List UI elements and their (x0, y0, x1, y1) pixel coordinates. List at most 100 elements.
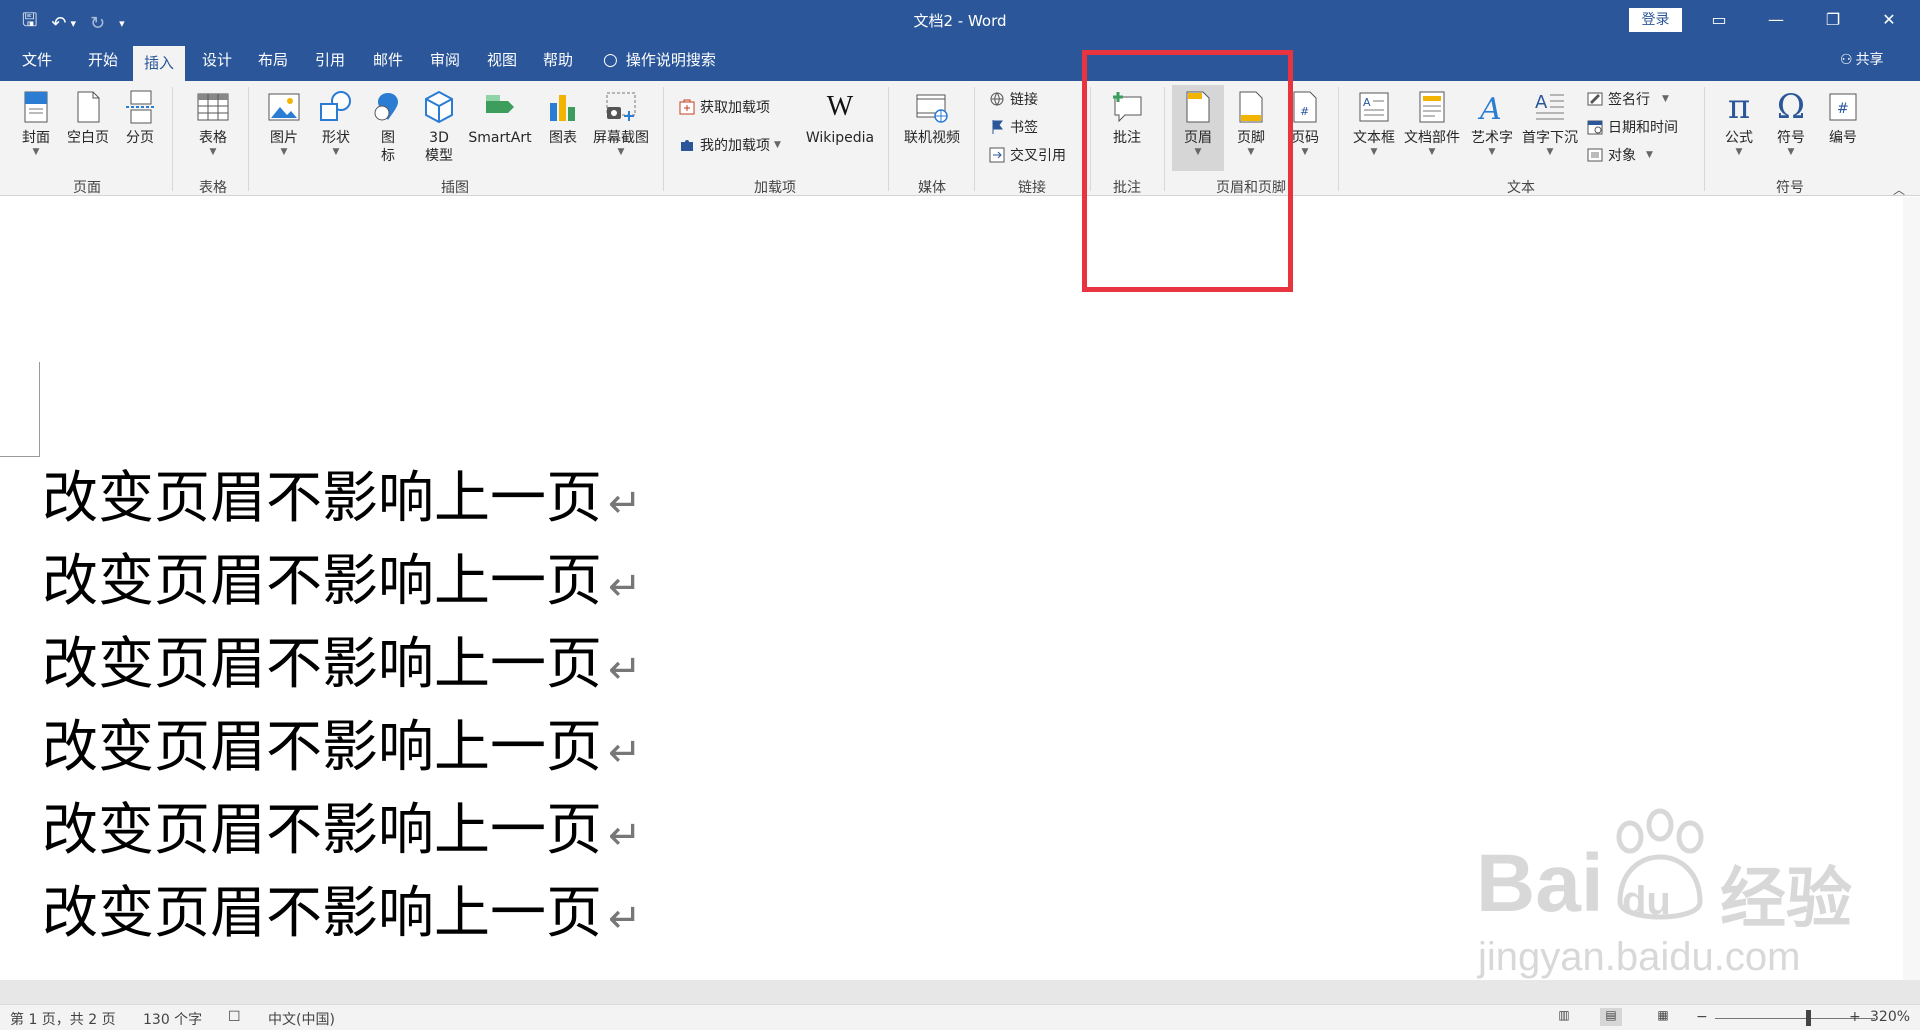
text-box-button[interactable]: A 文本框 ▼ (1350, 89, 1398, 157)
zoom-in-button[interactable]: + (1849, 1009, 1861, 1025)
number-button[interactable]: # 编号 (1820, 89, 1866, 147)
chevron-down-icon: ▼ (1787, 147, 1795, 157)
tab-design[interactable]: 设计 (191, 40, 243, 81)
read-mode-icon[interactable]: ▥ (1553, 1008, 1575, 1026)
tell-me-search[interactable]: ○ 操作说明搜索 (603, 40, 716, 81)
tab-mailings[interactable]: 邮件 (362, 40, 414, 81)
cube-icon (425, 90, 453, 124)
bookmark-button[interactable]: 书签 (988, 115, 1038, 139)
wikipedia-button[interactable]: W Wikipedia (800, 89, 880, 147)
close-icon[interactable]: ✕ (1866, 0, 1912, 40)
symbol-button[interactable]: Ω 符号 ▼ (1768, 89, 1814, 157)
watermark-cn: 经验 (1720, 860, 1852, 937)
share-button[interactable]: ⚇ 共享 (1840, 40, 1884, 81)
pictures-button[interactable]: 图片 ▼ (262, 89, 306, 157)
page-margin-corner (0, 362, 40, 457)
login-button[interactable]: 登录 (1629, 8, 1682, 32)
page-number-label: 页码 (1291, 130, 1319, 146)
cross-reference-button[interactable]: 交叉引用 (988, 143, 1066, 167)
online-video-label: 联机视频 (904, 130, 960, 146)
paragraph-mark-icon: ↵ (608, 481, 642, 527)
tab-home[interactable]: 开始 (77, 40, 129, 81)
paragraph-mark-icon: ↵ (608, 813, 642, 859)
signature-line-button[interactable]: 签名行 ▼ (1586, 87, 1669, 111)
date-time-label: 日期和时间 (1608, 120, 1678, 136)
header-button[interactable]: 页眉 ▼ (1175, 89, 1221, 157)
tab-layout[interactable]: 布局 (247, 40, 299, 81)
undo-dropdown-icon[interactable]: ▾ (70, 17, 76, 30)
page-count[interactable]: 第 1 页，共 2 页 (10, 1009, 116, 1029)
group-separator (1338, 87, 1339, 191)
calendar-icon (1587, 120, 1603, 135)
zoom-out-button[interactable]: − (1696, 1009, 1708, 1025)
tab-file[interactable]: 文件 (12, 40, 62, 81)
wordart-icon: A (1477, 92, 1502, 125)
icons-icon (374, 93, 398, 121)
group-separator (888, 87, 889, 191)
blank-page-icon (77, 91, 100, 123)
equation-button[interactable]: π 公式 ▼ (1716, 89, 1762, 157)
blank-page-button[interactable]: 空白页 (62, 89, 114, 147)
word-count[interactable]: 130 个字 (143, 1009, 202, 1029)
document-canvas[interactable]: 改变页眉不影响上一页 ↵ 改变页眉不影响上一页 ↵ 改变页眉不影响上一页 ↵ 改变页眉… (0, 197, 1920, 980)
chart-button[interactable]: 图表 (541, 89, 585, 147)
paw-icon (1616, 808, 1704, 920)
proofing-icon[interactable]: ☐ (228, 1009, 241, 1025)
new-comment-button[interactable]: 批注 (1104, 89, 1150, 147)
get-addins-button[interactable]: 获取加载项 (678, 95, 770, 119)
wordart-button[interactable]: A 艺术字 ▼ (1466, 89, 1518, 157)
page-number-button[interactable]: # 页码 ▼ (1282, 89, 1328, 157)
chevron-down-icon: ▼ (774, 140, 781, 150)
document-paragraph[interactable]: 改变页眉不影响上一页 ↵ (42, 799, 642, 868)
drop-cap-button[interactable]: A 首字下沉 ▼ (1520, 89, 1580, 157)
screenshot-button[interactable]: 屏幕截图 ▼ (589, 89, 653, 157)
drop-cap-label: 首字下沉 (1522, 130, 1578, 146)
object-button[interactable]: 对象 ▼ (1586, 143, 1653, 167)
my-addins-button[interactable]: 我的加载项 ▼ (678, 133, 781, 157)
web-layout-icon[interactable]: ▦ (1652, 1008, 1674, 1026)
print-layout-icon[interactable]: ▤ (1600, 1008, 1622, 1026)
restore-icon[interactable]: ❐ (1810, 0, 1856, 40)
redo-icon[interactable]: ↻ (90, 13, 105, 34)
page-break-button[interactable]: 分页 (118, 89, 162, 147)
group-separator (1090, 87, 1091, 191)
omega-icon: Ω (1776, 87, 1806, 127)
zoom-level[interactable]: 320% (1870, 1009, 1910, 1025)
collapse-ribbon-icon[interactable]: ︿ (1893, 181, 1905, 198)
watermark-brand: Bai (1476, 838, 1604, 929)
zoom-slider-thumb[interactable] (1806, 1010, 1811, 1026)
customize-qat-icon[interactable]: ▾ (119, 17, 125, 30)
date-time-button[interactable]: 日期和时间 (1586, 115, 1678, 139)
group-separator (1164, 87, 1165, 191)
shapes-button[interactable]: 形状 ▼ (314, 89, 358, 157)
3d-models-button[interactable]: 3D 模型 (417, 89, 461, 165)
tab-references[interactable]: 引用 (304, 40, 356, 81)
quick-parts-button[interactable]: 文档部件 ▼ (1402, 89, 1462, 157)
ribbon-insert: 封面 ▼ 空白页 分页 页面 表格 ▼ 表格 图片 ▼ 形状 ▼ 图 标 3D … (0, 81, 1920, 198)
icons-button[interactable]: 图 标 (366, 89, 410, 165)
document-paragraph[interactable]: 改变页眉不影响上一页 ↵ (42, 882, 642, 951)
smartart-button[interactable]: SmartArt (466, 89, 534, 147)
link-button[interactable]: 链接 (988, 87, 1038, 111)
document-paragraph[interactable]: 改变页眉不影响上一页 ↵ (42, 716, 642, 785)
footer-button[interactable]: 页脚 ▼ (1228, 89, 1274, 157)
minimize-icon[interactable]: — (1753, 0, 1799, 40)
tab-review[interactable]: 审阅 (419, 40, 471, 81)
document-paragraph[interactable]: 改变页眉不影响上一页 ↵ (42, 550, 642, 619)
chevron-down-icon: ▼ (1247, 147, 1255, 157)
tab-view[interactable]: 视图 (476, 40, 528, 81)
online-video-button[interactable]: 联机视频 (898, 89, 966, 147)
document-paragraph[interactable]: 改变页眉不影响上一页 ↵ (42, 633, 642, 702)
undo-icon[interactable]: ↶ (51, 13, 66, 34)
vertical-scrollbar[interactable] (1903, 197, 1920, 980)
chevron-down-icon: ▼ (1662, 94, 1669, 104)
ribbon-display-options-icon[interactable]: ▭ (1696, 0, 1742, 40)
table-button[interactable]: 表格 ▼ (188, 89, 238, 157)
language-indicator[interactable]: 中文(中国) (268, 1009, 335, 1029)
tab-help[interactable]: 帮助 (532, 40, 584, 81)
cover-page-button[interactable]: 封面 ▼ (14, 89, 58, 157)
tab-insert[interactable]: 插入 (133, 46, 185, 81)
save-icon[interactable]: 🖫 (22, 8, 37, 38)
group-label-tables: 表格 (199, 180, 227, 196)
document-paragraph[interactable]: 改变页眉不影响上一页 ↵ (42, 467, 642, 536)
